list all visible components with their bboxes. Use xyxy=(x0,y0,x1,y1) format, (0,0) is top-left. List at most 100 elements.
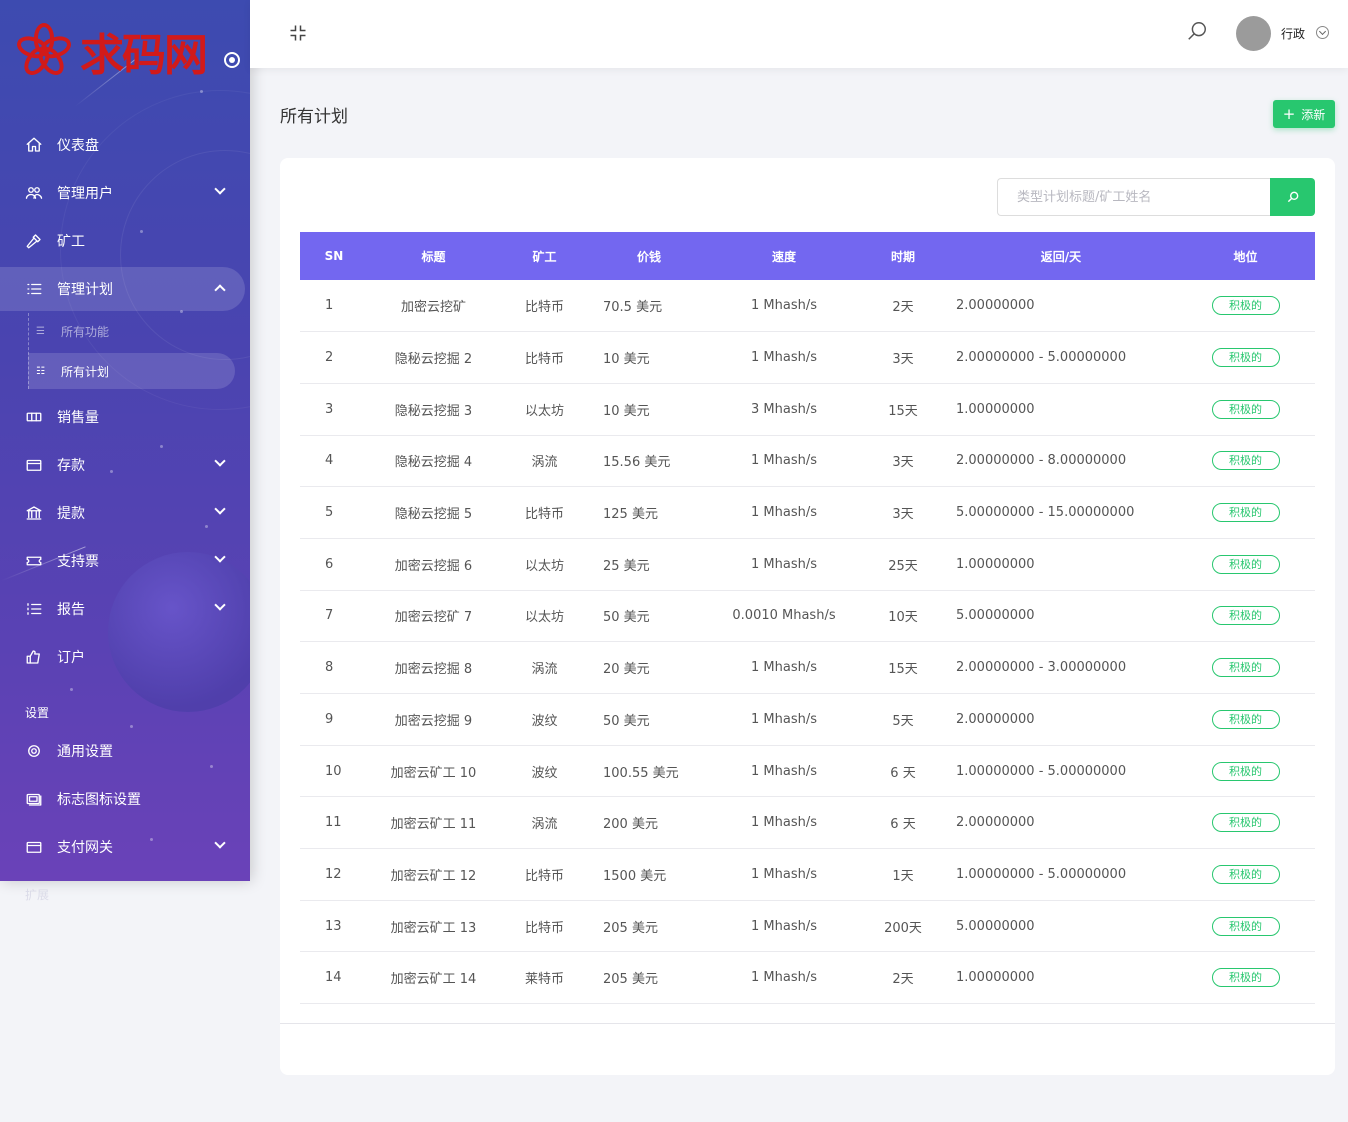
add-new-button[interactable]: + 添新 xyxy=(1273,100,1335,128)
sidebar-item-payment-gateways[interactable]: 支付网关 xyxy=(0,825,250,869)
sidebar-item-label: 销售量 xyxy=(57,410,99,426)
cell-price: 10 美元 xyxy=(590,383,708,436)
cell-period: 3天 xyxy=(860,331,946,384)
cell-sn: 14 xyxy=(300,951,368,1005)
cell-title: 加密云挖掘 8 xyxy=(368,641,499,694)
search-input[interactable] xyxy=(997,178,1271,216)
cell-return: 5.00000000 xyxy=(946,900,1176,953)
cell-title: 隐秘云挖掘 4 xyxy=(368,435,499,488)
table-row: 7 加密云挖矿 7 以太坊 50 美元 0.0010 Mhash/s 10天 5.00000… xyxy=(300,590,1315,643)
cell-sn: 13 xyxy=(300,900,368,953)
fullscreen-exit-icon[interactable] xyxy=(288,23,308,43)
cell-miner: 比特币 xyxy=(499,848,590,901)
list-icon xyxy=(25,280,43,298)
brand-logo[interactable]: 求码网 xyxy=(12,18,208,84)
cell-price: 205 美元 xyxy=(590,951,708,1005)
cell-price: 15.56 美元 xyxy=(590,435,708,488)
sidebar-item-label: 仪表盘 xyxy=(57,138,99,154)
cell-return: 2.00000000 - 5.00000000 xyxy=(946,331,1176,384)
ticket-icon xyxy=(25,408,43,426)
chevron-down-icon xyxy=(214,183,226,195)
sidebar-overflow-label: 扩展 xyxy=(25,888,50,902)
cell-status: 积极的 xyxy=(1176,280,1315,333)
sidebar-item-label: 订户 xyxy=(57,650,85,666)
chevron-down-icon xyxy=(214,551,226,563)
sidebar-item-manage-plans[interactable]: 管理计划 xyxy=(0,267,245,311)
status-badge: 积极的 xyxy=(1211,348,1280,368)
cell-title: 隐秘云挖掘 5 xyxy=(368,486,499,539)
bank-icon xyxy=(25,504,43,522)
sidebar-item-logo-settings[interactable]: 标志图标设置 xyxy=(0,777,250,821)
cell-price: 25 美元 xyxy=(590,538,708,591)
cell-sn: 12 xyxy=(300,848,368,901)
cell-title: 加密云矿工 14 xyxy=(368,951,499,1005)
cell-title: 加密云矿工 12 xyxy=(368,848,499,901)
table-row: 4 隐秘云挖掘 4 涡流 15.56 美元 1 Mhash/s 3天 2.00000000 … xyxy=(300,435,1315,488)
cell-sn: 4 xyxy=(300,435,368,488)
sidebar-item-deposits[interactable]: 存款 xyxy=(0,443,250,487)
sidebar-item-dashboard[interactable]: 仪表盘 xyxy=(0,123,250,167)
chevron-down-icon[interactable] xyxy=(1316,26,1329,39)
cell-status: 积极的 xyxy=(1176,693,1315,746)
plans-icon: ☷ xyxy=(36,365,45,377)
sidebar-subitem-all-features[interactable]: ☰ 所有功能 xyxy=(28,313,235,349)
column-header-sn: SN xyxy=(300,232,368,280)
cell-return: 2.00000000 - 3.00000000 xyxy=(946,641,1176,694)
cell-status: 积极的 xyxy=(1176,538,1315,591)
sidebar-item-label: 通用设置 xyxy=(57,744,113,760)
search-button[interactable] xyxy=(1270,178,1315,216)
cell-sn: 10 xyxy=(300,745,368,798)
sidebar-item-label: 管理用户 xyxy=(57,186,113,202)
sidebar-item-sales[interactable]: 销售量 xyxy=(0,395,250,439)
sidebar-toggle-icon[interactable] xyxy=(224,52,240,68)
cell-speed: 1 Mhash/s xyxy=(708,848,860,901)
cell-speed: 1 Mhash/s xyxy=(708,435,860,488)
status-badge: 积极的 xyxy=(1211,554,1280,574)
sidebar-subitem-label: 所有计划 xyxy=(61,364,110,379)
cell-period: 15天 xyxy=(860,383,946,436)
sidebar-item-users[interactable]: 管理用户 xyxy=(0,171,250,215)
sidebar-item-support-tickets[interactable]: 支持票 xyxy=(0,539,250,583)
search-icon[interactable] xyxy=(1186,20,1208,42)
card-icon xyxy=(25,838,43,856)
plus-icon: + xyxy=(1282,104,1296,123)
table-row: 1 加密云挖矿 比特币 70.5 美元 1 Mhash/s 2天 2.00000000 积极的 xyxy=(300,280,1315,333)
sidebar-item-withdrawals[interactable]: 提款 xyxy=(0,491,250,535)
cell-speed: 1 Mhash/s xyxy=(708,796,860,850)
cell-status: 积极的 xyxy=(1176,590,1315,643)
avatar[interactable] xyxy=(1236,16,1271,51)
column-header-return-per-day: 返回/天 xyxy=(946,232,1176,280)
sidebar-subitem-all-plans[interactable]: ☷ 所有计划 xyxy=(28,353,235,389)
sidebar-item-label: 提款 xyxy=(57,506,85,522)
table-row: 11 加密云矿工 11 涡流 200 美元 1 Mhash/s 6 天 2.00000000… xyxy=(300,796,1315,850)
cell-miner: 以太坊 xyxy=(499,538,590,591)
cell-miner: 波纹 xyxy=(499,693,590,746)
chevron-down-icon xyxy=(214,599,226,611)
cell-period: 3天 xyxy=(860,486,946,539)
sidebar-item-reports[interactable]: 报告 xyxy=(0,587,250,631)
chevron-down-icon xyxy=(214,455,226,467)
chevron-up-icon xyxy=(214,284,226,296)
sidebar-item-label: 管理计划 xyxy=(57,282,113,298)
sidebar-item-label: 标志图标设置 xyxy=(57,792,141,808)
cell-miner: 以太坊 xyxy=(499,383,590,436)
cell-sn: 6 xyxy=(300,538,368,591)
card-footer-divider xyxy=(280,1023,1335,1024)
sidebar-item-general-settings[interactable]: 通用设置 xyxy=(0,729,250,773)
table-row: 5 隐秘云挖掘 5 比特币 125 美元 1 Mhash/s 3天 5.00000000 -… xyxy=(300,486,1315,539)
user-name[interactable]: 行政 xyxy=(1281,25,1305,42)
sidebar-subitem-label: 所有功能 xyxy=(61,324,110,339)
cell-price: 205 美元 xyxy=(590,900,708,953)
status-badge: 积极的 xyxy=(1211,761,1280,781)
cell-miner: 比特币 xyxy=(499,900,590,953)
cell-period: 2天 xyxy=(860,951,946,1005)
chevron-down-icon xyxy=(214,503,226,515)
sidebar-item-miners[interactable]: 矿工 xyxy=(0,219,250,263)
table-row: 3 隐秘云挖掘 3 以太坊 10 美元 3 Mhash/s 15天 1.00000000 积极… xyxy=(300,383,1315,436)
cell-status: 积极的 xyxy=(1176,900,1315,953)
cell-miner: 涡流 xyxy=(499,641,590,694)
images-icon xyxy=(25,790,43,808)
sidebar-item-label: 支持票 xyxy=(57,554,99,570)
cell-period: 200天 xyxy=(860,900,946,953)
sidebar-item-subscribers[interactable]: 订户 xyxy=(0,635,250,679)
